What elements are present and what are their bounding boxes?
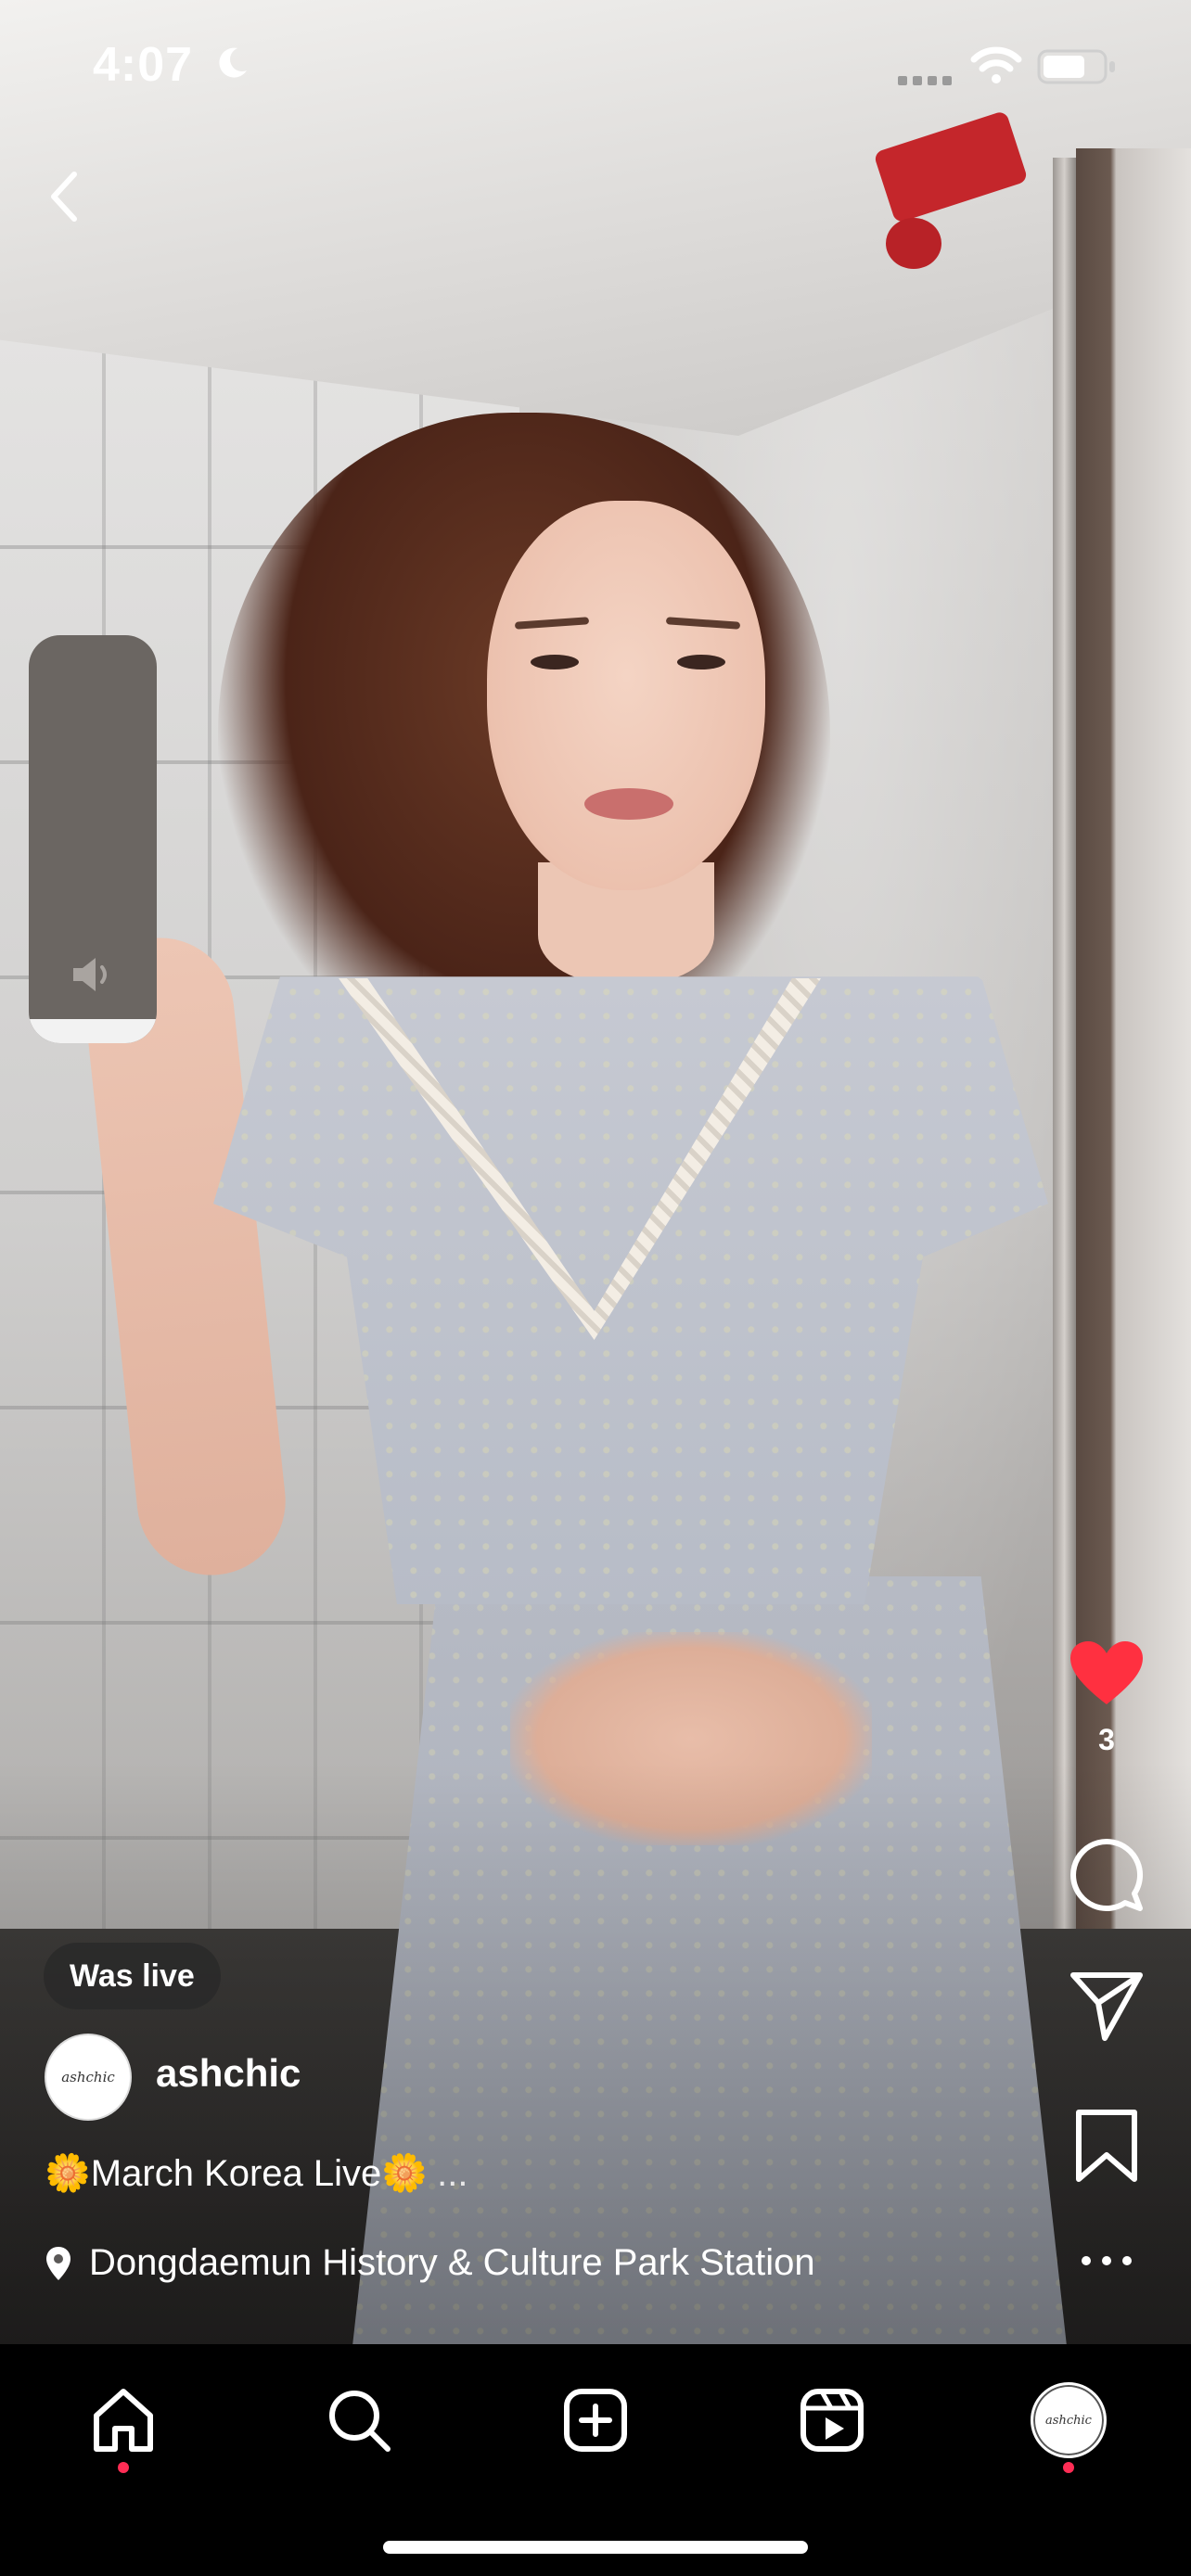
more-options-button[interactable] [1065,2253,1148,2268]
like-button[interactable]: 3 [1065,1639,1148,1757]
tab-home[interactable] [77,2374,170,2467]
author-username[interactable]: ashchic [156,2051,301,2096]
author-avatar[interactable]: ashchic [45,2034,132,2121]
comment-icon [1070,1839,1144,1912]
profile-avatar-icon: ashchic [1031,2382,1107,2458]
tab-create[interactable] [549,2374,642,2467]
person-face [487,501,765,890]
bookmark-icon [1076,2110,1137,2182]
moon-icon [219,47,247,78]
like-count: 3 [1098,1723,1115,1756]
battery-icon [1037,49,1115,84]
person-eye-left [531,655,579,670]
person-lips [584,788,673,820]
volume-hud[interactable] [29,635,157,1043]
tab-reels[interactable] [786,2374,878,2467]
reels-icon [800,2389,864,2452]
speaker-icon [73,958,107,991]
more-horizontal-icon [1082,2256,1132,2265]
profile-notification-dot [1063,2462,1074,2473]
chevron-left-icon [51,172,77,222]
post-caption[interactable]: 🌼March Korea Live🌼... [45,2151,467,2195]
was-live-badge: Was live [44,1943,221,2009]
status-time: 4:07 [93,38,194,92]
tab-search[interactable] [313,2374,405,2467]
create-icon [564,2389,627,2452]
back-button[interactable] [37,159,93,234]
fire-alarm-light [886,218,941,269]
home-icon [94,2389,153,2452]
person-eye-right [677,655,725,670]
search-icon [329,2391,391,2452]
post-location[interactable]: Dongdaemun History & Culture Park Statio… [45,2242,815,2284]
share-button[interactable] [1065,1968,1148,2046]
location-text: Dongdaemun History & Culture Park Statio… [89,2242,815,2283]
caption-more[interactable]: ... [437,2153,467,2194]
location-pin-icon [46,2246,70,2280]
wifi-icon [970,46,1022,83]
save-button[interactable] [1065,2107,1148,2185]
caption-text: 🌼March Korea Live🌼 [45,2153,429,2194]
cellular-signal-icon [898,76,952,85]
reel-viewer-screen: 4:07 3 Was live ashchic ashchic 🌼March K… [0,0,1191,2576]
home-indicator [383,2541,808,2554]
heart-filled-icon [1070,1641,1143,1704]
profile-avatar-logo: ashchic [1045,2413,1092,2428]
tab-profile[interactable]: ashchic [1022,2374,1115,2467]
comment-button[interactable] [1065,1836,1148,1914]
send-icon [1070,1972,1143,2041]
volume-level-fill [29,1018,157,1043]
home-notification-dot [118,2462,129,2473]
author-avatar-logo: ashchic [61,2069,115,2085]
